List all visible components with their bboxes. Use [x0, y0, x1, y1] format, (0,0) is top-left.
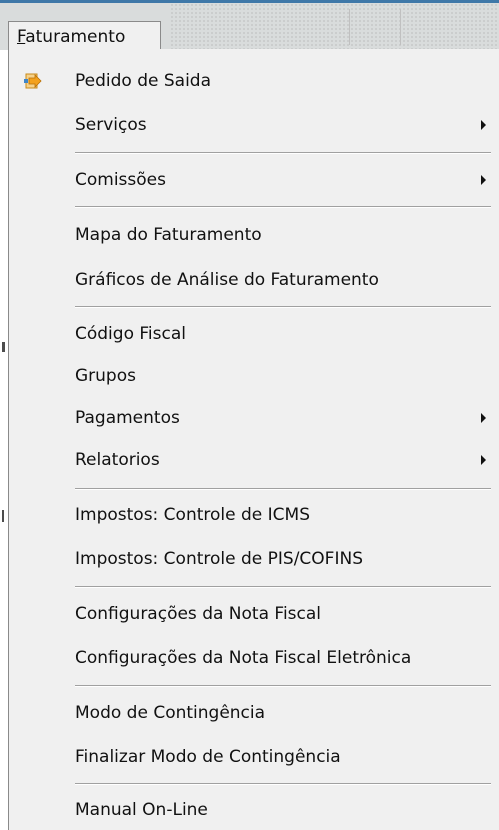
window-edge-mark	[2, 342, 5, 352]
menu-item-label: Pagamentos	[75, 408, 180, 428]
menu-separator	[75, 152, 491, 154]
menu-item-impostos-icms[interactable]: Impostos: Controle de ICMS	[9, 496, 499, 534]
submenu-arrow-icon	[481, 175, 486, 185]
menu-item-label: Código Fiscal	[75, 324, 186, 344]
menu-item-label: Impostos: Controle de PIS/COFINS	[75, 549, 363, 569]
menu-item-label: Configurações da Nota Fiscal Eletrônica	[75, 648, 412, 668]
menu-item-modo-de-contingencia[interactable]: Modo de Contingência	[9, 694, 499, 732]
submenu-arrow-icon	[481, 120, 486, 130]
menu-item-codigo-fiscal[interactable]: Código Fiscal	[9, 315, 499, 353]
menu-separator	[75, 206, 491, 208]
menu-item-label: Comissões	[75, 170, 166, 190]
menu-item-label: Finalizar Modo de Contingência	[75, 747, 341, 767]
submenu-arrow-icon	[481, 455, 486, 465]
menu-item-pagamentos[interactable]: Pagamentos	[9, 399, 499, 437]
menu-item-relatorios[interactable]: Relatorios	[9, 441, 499, 479]
menu-item-label: Grupos	[75, 366, 136, 386]
menu-item-manual-on-line[interactable]: Manual On-Line	[9, 791, 499, 829]
menu-item-label: Impostos: Controle de ICMS	[75, 505, 310, 525]
menu-item-grupos[interactable]: Grupos	[9, 357, 499, 395]
menu-item-config-nota-fiscal[interactable]: Configurações da Nota Fiscal	[9, 595, 499, 633]
menu-item-label: Configurações da Nota Fiscal	[75, 604, 322, 624]
menu-item-pedido-de-saida[interactable]: Pedido de Saida	[9, 62, 499, 100]
menu-item-label: Manual On-Line	[75, 800, 208, 820]
menu-item-finalizar-modo-de-contingencia[interactable]: Finalizar Modo de Contingência	[9, 738, 499, 776]
arrow-document-icon	[23, 71, 43, 91]
menu-item-mapa-do-faturamento[interactable]: Mapa do Faturamento	[9, 216, 499, 254]
menu-item-comissoes[interactable]: Comissões	[9, 161, 499, 199]
menu-separator	[75, 306, 491, 308]
menu-item-label: Mapa do Faturamento	[75, 225, 262, 245]
menu-item-impostos-pis-cofins[interactable]: Impostos: Controle de PIS/COFINS	[9, 540, 499, 578]
submenu-arrow-icon	[481, 413, 486, 423]
menu-faturamento-label: aturamento	[25, 27, 126, 47]
menu-item-label: Pedido de Saida	[75, 71, 212, 91]
faturamento-dropdown-menu: Pedido de Saida Serviços Comissões Mapa …	[8, 49, 499, 830]
menu-item-label: Relatorios	[75, 450, 160, 470]
menu-item-label: Modo de Contingência	[75, 703, 266, 723]
menu-bar-divider	[400, 9, 401, 45]
window-edge-mark	[2, 510, 4, 522]
menu-bar-divider	[349, 9, 350, 45]
menu-item-label: Serviços	[75, 115, 147, 135]
menu-item-config-nota-fiscal-eletronica[interactable]: Configurações da Nota Fiscal Eletrônica	[9, 639, 499, 677]
menu-faturamento-mnemonic: F	[17, 27, 26, 47]
menu-separator	[75, 488, 491, 490]
menu-separator	[75, 783, 491, 785]
menu-item-label: Gráficos de Análise do Faturamento	[75, 270, 379, 290]
menu-bar: Faturamento	[0, 0, 499, 53]
menu-bar-background-pattern	[170, 3, 499, 50]
menu-item-servicos[interactable]: Serviços	[9, 106, 499, 144]
menu-separator	[75, 586, 491, 588]
menu-item-graficos-de-analise[interactable]: Gráficos de Análise do Faturamento	[9, 261, 499, 299]
menu-separator	[75, 685, 491, 687]
